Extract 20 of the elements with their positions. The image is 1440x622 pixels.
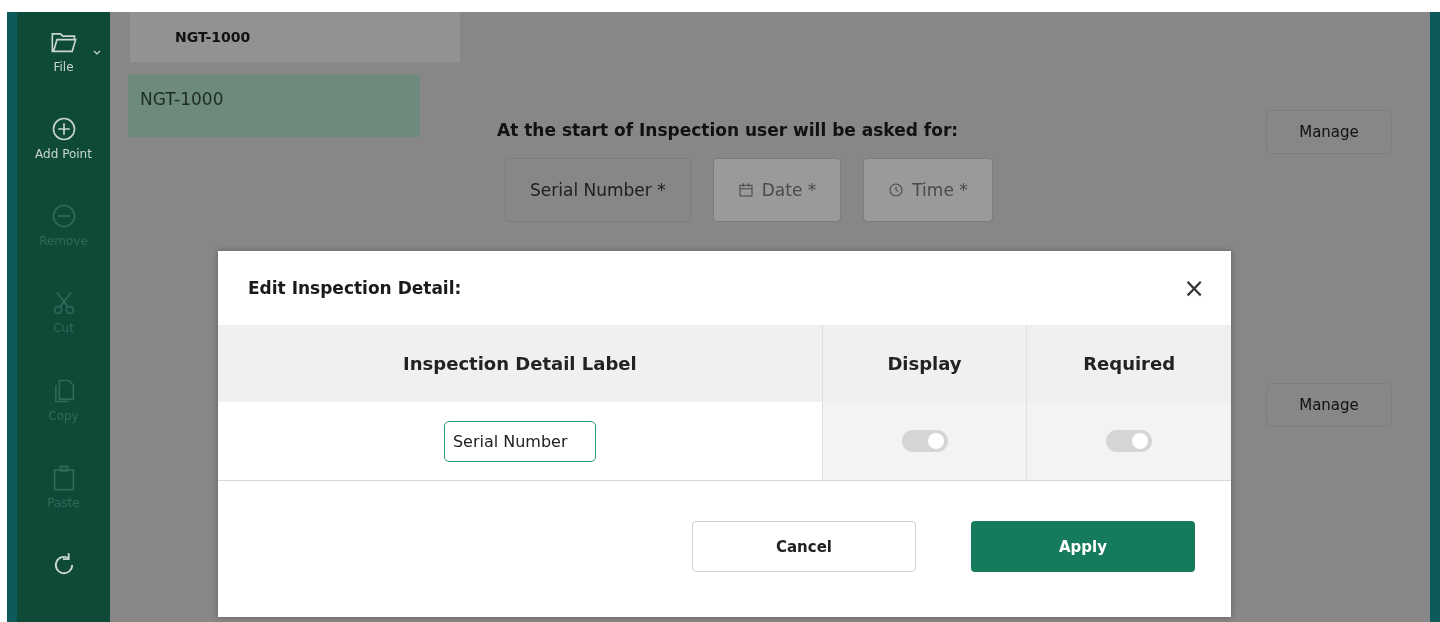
scrollbar[interactable] bbox=[1430, 12, 1440, 622]
cancel-button[interactable]: Cancel bbox=[692, 521, 916, 572]
manage-button[interactable]: Manage bbox=[1266, 383, 1392, 427]
column-header: Display bbox=[822, 325, 1027, 402]
sidebar-item[interactable]: Add Point bbox=[17, 99, 110, 187]
calendar-icon bbox=[737, 182, 754, 198]
tab[interactable]: NGT-1000 bbox=[130, 12, 460, 62]
sidebar-item[interactable]: File bbox=[17, 12, 110, 100]
label-input[interactable]: Serial Number bbox=[443, 420, 596, 462]
apply-button[interactable]: Apply bbox=[971, 521, 1195, 572]
section-title: At the start of Inspection user will be asked for: bbox=[497, 120, 959, 140]
dialog-title: Edit Inspection Detail: bbox=[248, 278, 462, 298]
manage-button[interactable]: Manage bbox=[1266, 110, 1392, 154]
list-item[interactable]: NGT-1000 bbox=[128, 75, 420, 137]
clock-icon bbox=[888, 182, 905, 198]
close-button[interactable]: × bbox=[1179, 275, 1209, 301]
chevron-down-icon bbox=[92, 48, 102, 56]
column-header: Inspection Detail Label bbox=[218, 325, 823, 402]
field-chip[interactable]: Serial Number * bbox=[505, 158, 691, 222]
column-header: Required bbox=[1026, 325, 1231, 402]
